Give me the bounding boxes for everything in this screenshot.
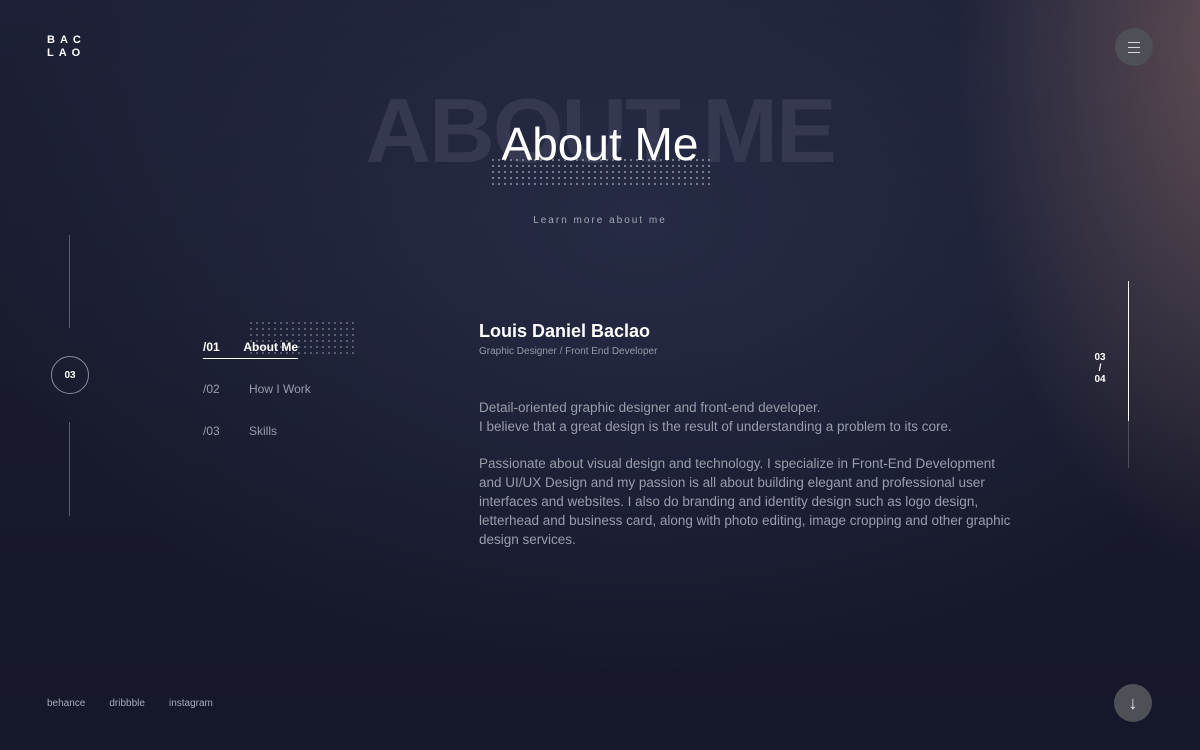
nav-item-label: Skills — [249, 424, 278, 438]
bio-paragraph: Passionate about visual design and techn… — [479, 456, 1011, 547]
logo-line-2: LAO — [47, 47, 86, 59]
nav-item-number: /03 — [203, 424, 220, 438]
intro-line-1: Detail-oriented graphic designer and fro… — [479, 400, 821, 415]
social-links: behance dribbble instagram — [47, 698, 213, 709]
page-subtitle: Learn more about me — [533, 215, 667, 226]
intro-line-2: I believe that a great design is the res… — [479, 419, 952, 434]
menu-button[interactable] — [1115, 28, 1153, 66]
nav-item-label: How I Work — [249, 382, 311, 396]
profile-role: Graphic Designer / Front End Developer — [479, 346, 658, 357]
nav-item-skills[interactable]: /03 Skills — [203, 424, 277, 438]
logo[interactable]: BAC LAO — [47, 34, 86, 60]
logo-line-1: BAC — [47, 34, 86, 46]
page-total: 04 — [1094, 374, 1106, 385]
nav-item-number: /02 — [203, 382, 220, 396]
nav-item-label: About Me — [243, 340, 298, 354]
section-number-indicator: 03 — [51, 356, 89, 394]
page-progress-fill — [1128, 281, 1129, 421]
page-separator: / — [1098, 363, 1102, 374]
page-current: 03 — [1094, 352, 1106, 363]
nav-item-number: /01 — [203, 340, 220, 354]
instagram-link[interactable]: instagram — [169, 698, 213, 709]
arrow-down-icon: ↓ — [1128, 693, 1138, 713]
scroll-down-button[interactable]: ↓ — [1114, 684, 1152, 722]
page-title: About Me — [501, 118, 699, 170]
nav-item-how-i-work[interactable]: /02 How I Work — [203, 382, 311, 396]
rail-line-bottom — [69, 422, 70, 516]
profile-name: Louis Daniel Baclao — [479, 321, 651, 341]
behance-link[interactable]: behance — [47, 698, 85, 709]
dribbble-link[interactable]: dribbble — [109, 698, 145, 709]
rail-line-top — [69, 235, 70, 328]
page-counter: 03 / 04 — [1086, 352, 1114, 385]
intro-paragraph: Detail-oriented graphic designer and fro… — [479, 398, 1019, 436]
hamburger-menu-icon — [1128, 41, 1140, 53]
nav-item-about-me[interactable]: /01 About Me — [203, 340, 298, 359]
